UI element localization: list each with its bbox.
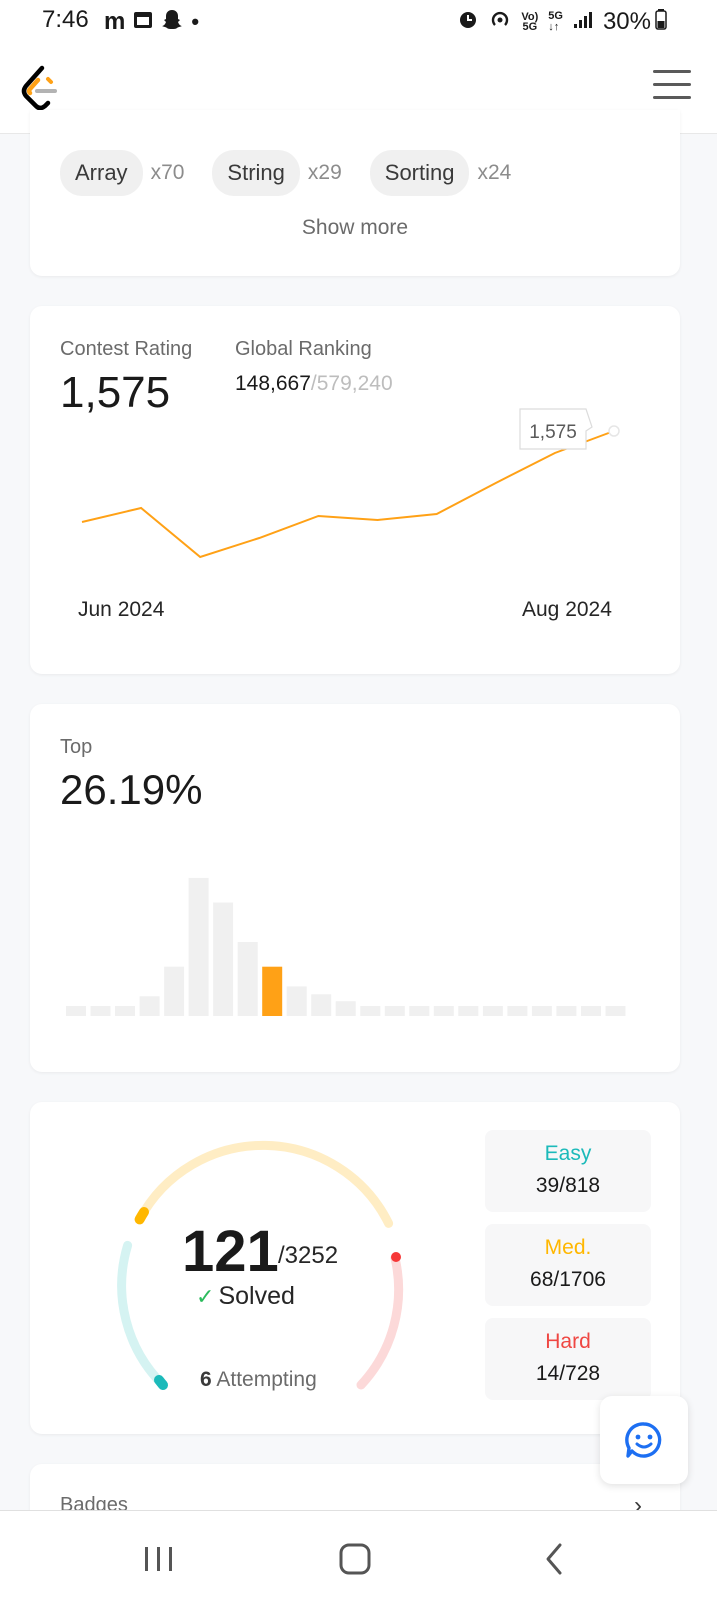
distribution-bar-current — [262, 966, 283, 1016]
hard-box[interactable]: Hard 14/728 — [485, 1318, 651, 1400]
tag-string[interactable]: String x29 — [212, 150, 342, 196]
hard-label: Hard — [545, 1330, 591, 1353]
easy-progress — [154, 1375, 168, 1390]
distribution-bar — [90, 1006, 111, 1016]
skills-card: Array x70 String x29 Sorting x24 Show mo… — [30, 110, 680, 276]
distribution-bar — [188, 877, 209, 1016]
tag-array[interactable]: Array x70 — [60, 150, 184, 196]
attempting-count: 6 — [200, 1368, 212, 1391]
tag-sorting[interactable]: Sorting x24 — [369, 150, 512, 196]
battery-icon — [655, 8, 667, 36]
back-icon[interactable] — [536, 1541, 576, 1577]
gmail-icon: m — [104, 8, 126, 35]
dot-icon: • — [191, 9, 200, 34]
distribution-bar — [115, 1006, 135, 1016]
hotspot-icon — [489, 8, 511, 36]
x-tick-end: Aug 2024 — [522, 598, 612, 621]
status-time: 7:46 — [42, 6, 89, 33]
solved-card: 121 /3252 ✓ Solved 6 Attempting Easy 39/8… — [30, 1102, 680, 1434]
chat-button[interactable] — [600, 1396, 688, 1484]
tag-count: x24 — [477, 161, 512, 184]
solved-label-row: ✓ Solved — [196, 1282, 295, 1311]
tag-label: String — [212, 150, 300, 196]
x-tick-start: Jun 2024 — [78, 598, 165, 621]
medium-progress — [134, 1207, 149, 1225]
attempting-row: 6 Attempting — [200, 1368, 317, 1392]
top-percent-card: Top 26.19% — [30, 704, 680, 1072]
rating-point-current — [608, 425, 620, 437]
distribution-bar — [360, 1006, 381, 1016]
distribution-bar — [531, 1006, 552, 1016]
chat-smile-icon — [625, 1422, 662, 1458]
hard-value: 14/728 — [535, 1362, 601, 1385]
home-icon[interactable] — [336, 1541, 376, 1577]
solved-label: Solved — [218, 1282, 295, 1310]
volte-icon: Vo) 5G — [521, 11, 539, 33]
status-bar: 7:46 m • Vo) 5G 5G ↓↑ 30% — [0, 0, 717, 44]
distribution-bar — [433, 1006, 454, 1016]
distribution-bar — [213, 902, 234, 1016]
solved-total: /3252 — [278, 1242, 339, 1269]
system-icons: Vo) 5G 5G ↓↑ 30% — [457, 8, 667, 36]
rating-line — [81, 430, 615, 559]
distribution-bar — [384, 1006, 405, 1016]
tag-count: x70 — [150, 161, 185, 184]
contest-card: Contest Rating 1,575 Global Ranking 148,… — [30, 306, 680, 674]
distribution-bar — [507, 1006, 528, 1016]
rating-tooltip: 1,575 — [519, 408, 593, 450]
recents-icon[interactable] — [140, 1541, 180, 1577]
attempting-label: Attempting — [216, 1368, 317, 1391]
show-more-button[interactable]: Show more — [30, 216, 680, 240]
leetcode-logo[interactable] — [18, 64, 62, 112]
easy-track — [117, 1240, 168, 1390]
distribution-bar — [164, 966, 185, 1016]
calendar-icon — [133, 9, 153, 35]
distribution-bar — [286, 986, 307, 1016]
tag-label: Sorting — [369, 150, 470, 196]
easy-value: 39/818 — [535, 1174, 601, 1197]
rating-distribution-chart[interactable] — [30, 704, 680, 1072]
distribution-bar — [581, 1006, 601, 1016]
medium-box[interactable]: Med. 68/1706 — [485, 1224, 651, 1306]
tag-count: x29 — [307, 161, 342, 184]
medium-value: 68/1706 — [530, 1268, 606, 1291]
distribution-bar — [605, 1006, 626, 1016]
battery-text: 30% — [602, 8, 651, 35]
easy-label: Easy — [544, 1142, 592, 1165]
medium-label: Med. — [544, 1236, 592, 1259]
check-icon: ✓ — [196, 1284, 215, 1309]
tags-row: Array x70 String x29 Sorting x24 — [60, 150, 539, 196]
distribution-bar — [482, 1006, 503, 1016]
distribution-bar — [237, 942, 258, 1016]
distribution-bar — [311, 994, 332, 1016]
snapchat-icon — [161, 8, 183, 36]
distribution-bar — [409, 1006, 430, 1016]
distribution-bar — [66, 1006, 86, 1016]
5g-icon: 5G ↓↑ — [548, 10, 563, 33]
easy-box[interactable]: Easy 39/818 — [485, 1130, 651, 1212]
solved-count: 121 — [182, 1219, 279, 1284]
alarm-icon — [457, 8, 479, 36]
distribution-bar — [458, 1006, 479, 1016]
distribution-bar — [335, 1001, 356, 1016]
hard-progress — [391, 1252, 401, 1262]
distribution-bar — [139, 996, 160, 1016]
tag-label: Array — [60, 150, 143, 196]
notification-icons: m • — [104, 8, 199, 36]
medium-track — [135, 1140, 394, 1228]
distribution-bar — [556, 1006, 577, 1016]
signal-icon — [573, 9, 593, 35]
hamburger-icon[interactable] — [653, 70, 691, 102]
system-nav-bar — [0, 1510, 717, 1600]
tooltip-label: 1,575 — [529, 422, 577, 443]
hard-track — [356, 1253, 404, 1390]
